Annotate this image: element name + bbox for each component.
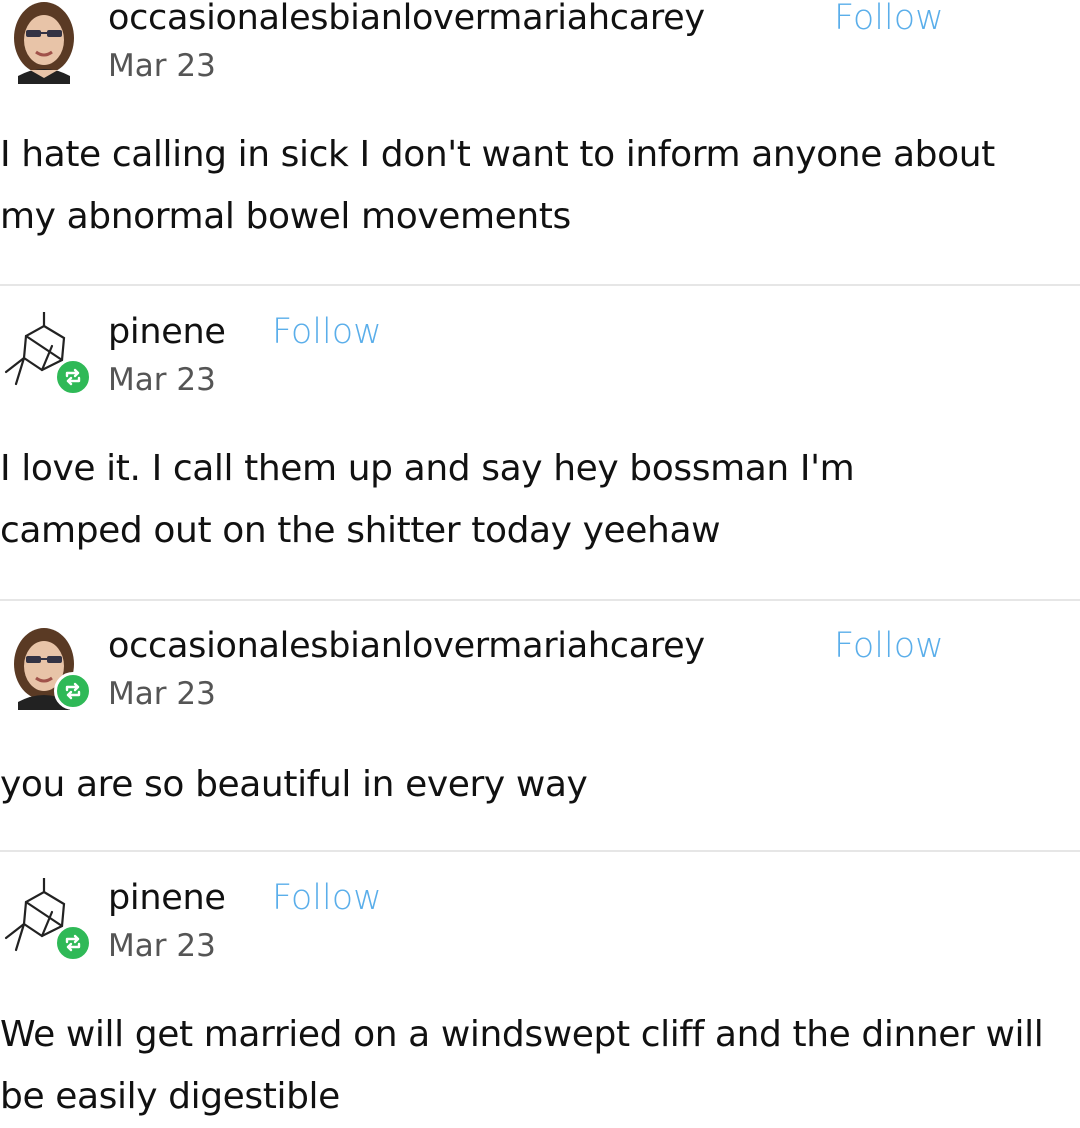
post-date[interactable]: Mar 23: [108, 928, 216, 964]
reblog-badge: [54, 358, 92, 396]
username[interactable]: pinene: [108, 312, 226, 352]
follow-button[interactable]: Follow: [272, 878, 382, 918]
avatar[interactable]: [4, 626, 96, 710]
post-body: you are so beautiful in every way: [0, 764, 588, 805]
follow-button[interactable]: Follow: [272, 312, 382, 352]
woman-portrait-icon: [14, 2, 74, 84]
reblog-icon: [65, 934, 81, 952]
post-divider: [0, 850, 1080, 852]
reblog-icon: [65, 368, 81, 386]
username[interactable]: occasionalesbianlovermariahcarey: [108, 626, 705, 666]
post-date[interactable]: Mar 23: [108, 48, 216, 84]
avatar[interactable]: [4, 0, 96, 84]
avatar[interactable]: [4, 878, 96, 962]
avatar[interactable]: [4, 312, 96, 396]
post-body: I love it. I call them up and say hey bo…: [0, 448, 855, 551]
post-body: I hate calling in sick I don't want to i…: [0, 134, 995, 237]
reblog-badge: [54, 924, 92, 962]
reblog-icon: [65, 682, 81, 700]
follow-button[interactable]: Follow: [834, 0, 944, 38]
username[interactable]: occasionalesbianlovermariahcarey: [108, 0, 705, 38]
post-divider: [0, 599, 1080, 601]
post-divider: [0, 284, 1080, 286]
username[interactable]: pinene: [108, 878, 226, 918]
post-date[interactable]: Mar 23: [108, 676, 216, 712]
post-date[interactable]: Mar 23: [108, 362, 216, 398]
reblog-badge: [54, 672, 92, 710]
post-body: We will get married on a windswept cliff…: [0, 1014, 1044, 1117]
follow-button[interactable]: Follow: [834, 626, 944, 666]
